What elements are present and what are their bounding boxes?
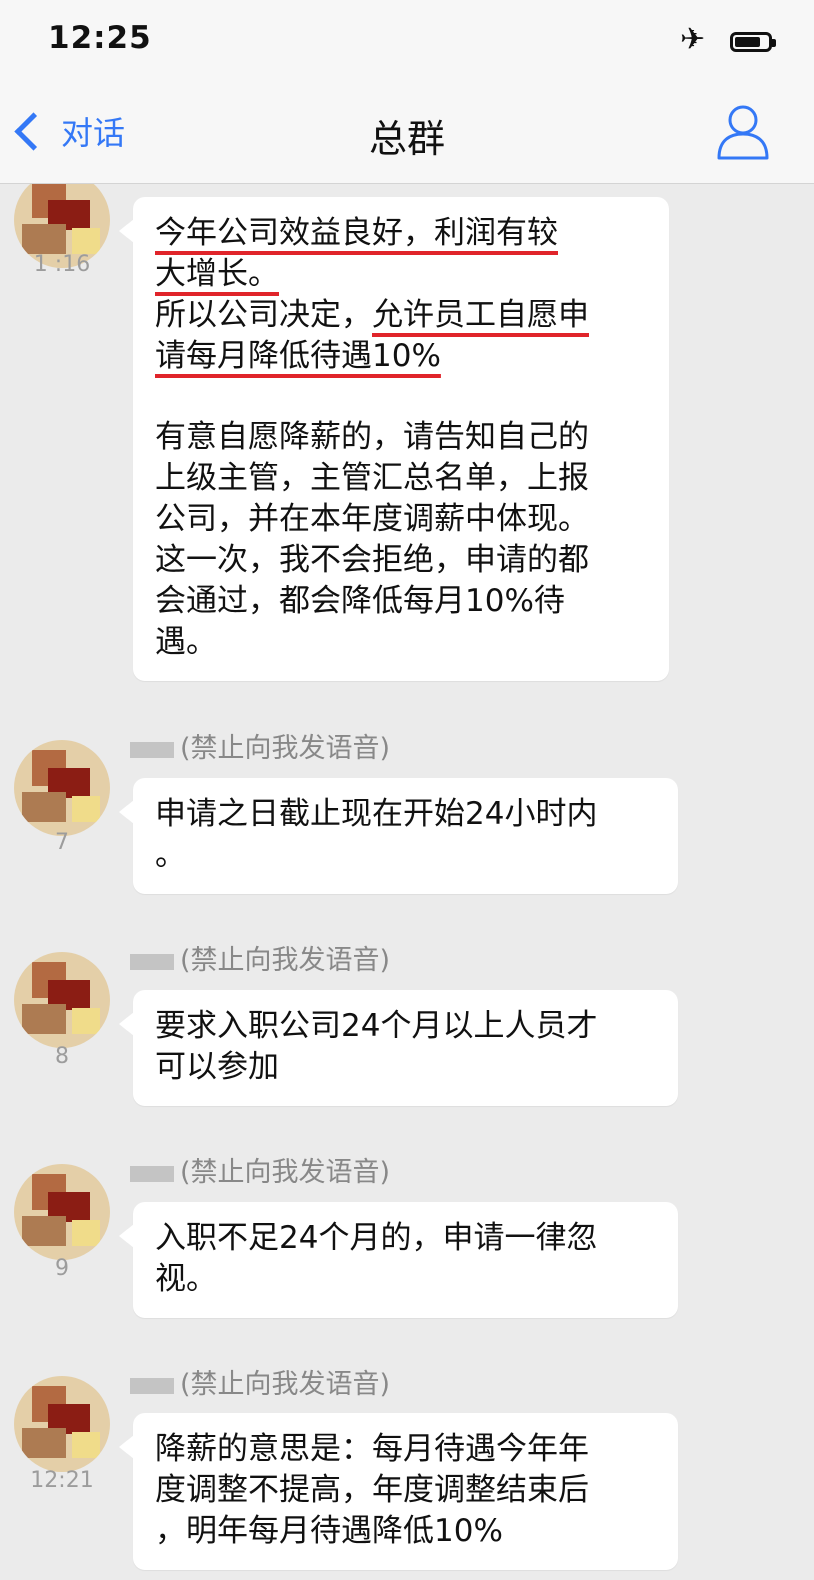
message-line: 大增长。 xyxy=(155,254,647,295)
message-line: 请每月降低待遇10% xyxy=(155,336,647,377)
message-line: 要求入职公司24个月以上人员才 xyxy=(155,1006,656,1047)
message-text: 有意自愿降薪的，请告知自己的 xyxy=(155,419,589,455)
message-line: 申请之日截止现在开始24小时内 xyxy=(155,794,656,835)
message-line: ，明年每月待遇降低10% xyxy=(155,1511,656,1552)
status-bar: 12:25 ✈ xyxy=(0,0,814,80)
sender-name-blur xyxy=(130,1165,174,1182)
sender-name-blur xyxy=(130,741,174,758)
message-bubble[interactable]: 降薪的意思是：每月待遇今年年 度调整不提高，年度调整结束后 ，明年每月待遇降低10% xyxy=(119,1413,678,1570)
avatar[interactable] xyxy=(14,1376,110,1472)
message-text: 视。 xyxy=(155,1261,217,1297)
sender-name-text: (禁止向我发语音) xyxy=(180,1157,391,1188)
message-bubble[interactable]: 申请之日截止现在开始24小时内。 xyxy=(119,778,678,894)
message-timestamp: 1 :16 xyxy=(33,252,91,277)
message-text: 所以公司决定， xyxy=(155,297,372,333)
highlighted-text: 大增长。 xyxy=(155,256,279,292)
message-text: 公司，并在本年度调薪中体现。 xyxy=(155,501,589,537)
avatar[interactable] xyxy=(14,740,110,836)
sender-name-blur xyxy=(130,953,174,970)
sender-name-text: (禁止向我发语音) xyxy=(180,945,391,976)
message-line: 上级主管，主管汇总名单，上报 xyxy=(155,458,647,499)
message-text: 这一次，我不会拒绝，申请的都 xyxy=(155,542,589,578)
avatar-pixel xyxy=(22,1428,66,1458)
sender-name: (禁止向我发语音) xyxy=(130,1150,390,1189)
sender-name-text: (禁止向我发语音) xyxy=(180,1369,391,1400)
message-timestamp: 9 xyxy=(55,1256,69,1281)
sender-name: (禁止向我发语音) xyxy=(130,938,390,977)
message-line: 这一次，我不会拒绝，申请的都 xyxy=(155,540,647,581)
message-text: 申请之日截止现在开始24小时内 xyxy=(155,796,598,832)
message-line: 所以公司决定，允许员工自愿申 xyxy=(155,295,647,336)
battery-icon xyxy=(730,32,776,52)
message-line: 公司，并在本年度调薪中体现。 xyxy=(155,499,647,540)
message-text: 入职不足24个月的，申请一律忽 xyxy=(155,1220,598,1256)
message-line: 有意自愿降薪的，请告知自己的 xyxy=(155,417,647,458)
message-text: 。 xyxy=(155,837,186,873)
sender-name-text: (禁止向我发语音) xyxy=(180,733,391,764)
message-bubble[interactable]: 今年公司效益良好，利润有较 大增长。 所以公司决定，允许员工自愿申 请每月降低待遇10… xyxy=(119,197,669,681)
message-text: 遇。 xyxy=(155,624,217,660)
sender-name-blur xyxy=(130,1377,174,1394)
avatar-pixel xyxy=(72,1432,100,1458)
avatar-pixel xyxy=(72,1220,100,1246)
message-text: 上级主管，主管汇总名单，上报 xyxy=(155,460,589,496)
avatar-pixel xyxy=(22,1004,66,1034)
avatar-pixel xyxy=(72,796,100,822)
message-text: ，明年每月待遇降低10% xyxy=(155,1513,503,1549)
message-line: 视。 xyxy=(155,1259,656,1300)
message-bubble[interactable]: 要求入职公司24个月以上人员才 可以参加 xyxy=(119,990,678,1106)
highlighted-text: 允许员工自愿申 xyxy=(372,297,589,333)
message-line: 。 xyxy=(155,835,656,876)
airplane-icon: ✈ xyxy=(680,22,706,57)
sender-name: (禁止向我发语音) xyxy=(130,1362,390,1401)
group-info-icon[interactable] xyxy=(716,102,770,160)
message-timestamp: 8 xyxy=(55,1044,69,1069)
status-time: 12:25 xyxy=(48,20,152,56)
avatar[interactable] xyxy=(14,952,110,1048)
sender-name: (禁止向我发语音) xyxy=(130,726,390,765)
message-text: 度调整不提高，年度调整结束后 xyxy=(155,1472,589,1508)
avatar-pixel xyxy=(22,224,66,254)
message-text: 要求入职公司24个月以上人员才 xyxy=(155,1008,598,1044)
highlighted-text: 今年公司效益良好，利润有较 xyxy=(155,215,558,251)
avatar-pixel xyxy=(72,228,100,254)
message-timestamp: 12:21 xyxy=(30,1468,94,1493)
nav-bar: 对话 总群 xyxy=(0,80,814,184)
message-text: 会通过，都会降低每月10%待 xyxy=(155,583,565,619)
page-title: 总群 xyxy=(368,117,445,161)
message-line: 今年公司效益良好，利润有较 xyxy=(155,213,647,254)
message-bubble[interactable]: 入职不足24个月的，申请一律忽 视。 xyxy=(119,1202,678,1318)
message-line: 度调整不提高，年度调整结束后 xyxy=(155,1470,656,1511)
avatar[interactable] xyxy=(14,1164,110,1260)
message-line: 遇。 xyxy=(155,622,647,663)
highlighted-text: 请每月降低待遇10% xyxy=(155,338,441,374)
message-text: 可以参加 xyxy=(155,1049,279,1085)
avatar-pixel xyxy=(22,1216,66,1246)
message-line: 会通过，都会降低每月10%待 xyxy=(155,581,647,622)
avatar-pixel xyxy=(72,1008,100,1034)
message-text: 降薪的意思是：每月待遇今年年 xyxy=(155,1431,589,1467)
chat-area[interactable]: 1 :16 今年公司效益良好，利润有较 大增长。 所以公司决定，允许员工自愿申 请每月降… xyxy=(0,184,814,1580)
message-line: 入职不足24个月的，申请一律忽 xyxy=(155,1218,656,1259)
message-line: 可以参加 xyxy=(155,1047,656,1088)
message-timestamp: 7 xyxy=(55,830,69,855)
avatar-pixel xyxy=(22,792,66,822)
message-line: 降薪的意思是：每月待遇今年年 xyxy=(155,1429,656,1470)
